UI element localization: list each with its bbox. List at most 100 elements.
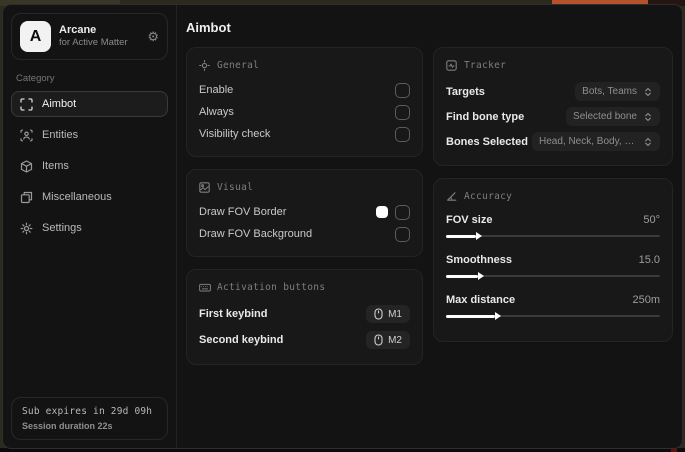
enable-checkbox[interactable] (395, 82, 410, 98)
tracker-card: Tracker Targets Bots, Teams Find bone ty… (433, 47, 673, 166)
gear-icon (20, 222, 33, 235)
second-keybind-button[interactable]: M2 (366, 331, 410, 349)
layered-windows-icon (20, 191, 33, 204)
general-header-label: General (217, 60, 260, 71)
activation-header-label: Activation buttons (217, 282, 326, 293)
bones-selected-row: Bones Selected Head, Neck, Body, Pe... (446, 129, 660, 154)
first-keybind-value: M1 (388, 308, 402, 320)
first-keybind-button[interactable]: M1 (366, 305, 410, 323)
enable-label: Enable (199, 84, 234, 96)
visibility-check-row: Visibility check (199, 123, 410, 145)
scan-frame-icon (20, 97, 33, 111)
visibility-check-checkbox[interactable] (395, 126, 410, 142)
always-label: Always (199, 106, 234, 118)
max-distance-row: Max distance 250m (446, 290, 660, 310)
draw-fov-border-checkbox[interactable] (395, 204, 410, 220)
tracker-header-label: Tracker (464, 60, 507, 71)
first-keybind-row: First keybind M1 (199, 301, 410, 327)
draw-fov-border-label: Draw FOV Border (199, 206, 287, 218)
visual-card: Visual Draw FOV Border Draw FOV Backgrou… (186, 169, 423, 257)
sidebar: A Arcane for Active Matter ⚙ Category Ai… (3, 5, 177, 448)
fov-size-label: FOV size (446, 214, 493, 226)
smoothness-label: Smoothness (446, 254, 513, 266)
box-icon (20, 159, 33, 173)
activation-buttons-card: Activation buttons First keybind M1 Seco… (186, 269, 423, 365)
sidebar-item-entities[interactable]: Entities (11, 122, 168, 148)
first-keybind-label: First keybind (199, 308, 268, 320)
image-icon (199, 182, 210, 193)
subscription-footer: Sub expires in 29d 09h Session duration … (11, 397, 168, 440)
sidebar-item-label: Aimbot (42, 98, 77, 110)
arcane-logo: A (20, 21, 51, 52)
always-checkbox[interactable] (395, 104, 410, 120)
session-duration-text: Session duration 22s (22, 421, 113, 431)
second-keybind-row: Second keybind M2 (199, 327, 410, 353)
sidebar-item-label: Miscellaneous (42, 191, 112, 203)
bones-selected-select[interactable]: Head, Neck, Body, Pe... (532, 132, 660, 151)
columns: General Enable Always Visibility check V… (186, 47, 674, 377)
brand-text: Arcane for Active Matter (59, 24, 139, 50)
sidebar-item-aimbot[interactable]: Aimbot (11, 91, 168, 117)
unfold-arrows-icon (643, 112, 653, 122)
fov-border-controls (376, 204, 410, 220)
max-distance-slider[interactable] (446, 311, 660, 321)
cheat-menu-window: A Arcane for Active Matter ⚙ Category Ai… (2, 4, 683, 449)
fov-border-color-swatch[interactable] (376, 206, 388, 218)
settings-gear-icon[interactable]: ⚙ (147, 30, 159, 43)
find-bone-type-row: Find bone type Selected bone (446, 104, 660, 129)
sidebar-item-label: Items (42, 160, 69, 172)
general-header: General (199, 60, 410, 71)
enable-row: Enable (199, 79, 410, 101)
accuracy-header-label: Accuracy (464, 191, 513, 202)
person-target-icon (20, 128, 33, 142)
find-bone-type-label: Find bone type (446, 110, 525, 123)
general-card: General Enable Always Visibility check (186, 47, 423, 157)
slider-fill (446, 314, 496, 318)
find-bone-type-select[interactable]: Selected bone (566, 107, 660, 126)
sub-expires-text: Sub expires in 29d 09h (22, 406, 153, 417)
draw-fov-background-checkbox[interactable] (395, 226, 410, 242)
always-row: Always (199, 101, 410, 123)
mouse-icon (374, 334, 383, 346)
smoothness-slider[interactable] (446, 271, 660, 281)
sidebar-item-items[interactable]: Items (11, 153, 168, 179)
visual-header: Visual (199, 182, 410, 193)
visual-header-label: Visual (217, 182, 254, 193)
category-nav: Aimbot Entities Items Miscellaneous Sett… (11, 91, 168, 241)
smoothness-value: 15.0 (638, 254, 660, 266)
accuracy-header: Accuracy (446, 191, 660, 202)
targets-label: Targets (446, 85, 485, 98)
sidebar-item-settings[interactable]: Settings (11, 215, 168, 241)
sidebar-item-label: Entities (42, 129, 79, 141)
left-column: General Enable Always Visibility check V… (186, 47, 423, 377)
targets-value: Bots, Teams (582, 86, 637, 97)
slider-fill (446, 274, 479, 278)
max-distance-value: 250m (632, 294, 660, 306)
second-keybind-value: M2 (388, 334, 402, 346)
mouse-icon (374, 308, 383, 320)
draw-fov-background-label: Draw FOV Background (199, 228, 313, 240)
second-keybind-label: Second keybind (199, 334, 284, 346)
keyboard-icon (199, 282, 211, 293)
targets-select[interactable]: Bots, Teams (575, 82, 660, 101)
activation-header: Activation buttons (199, 282, 410, 293)
unfold-arrows-icon (643, 87, 653, 97)
brand-title: Arcane (59, 23, 97, 36)
fov-size-row: FOV size 50° (446, 210, 660, 230)
brand-card: A Arcane for Active Matter ⚙ (11, 13, 168, 60)
accuracy-card: Accuracy FOV size 50° Smoothness 15.0 Ma… (433, 178, 673, 342)
sidebar-item-miscellaneous[interactable]: Miscellaneous (11, 184, 168, 210)
category-label: Category (16, 73, 55, 84)
right-column: Tracker Targets Bots, Teams Find bone ty… (433, 47, 673, 354)
max-distance-label: Max distance (446, 294, 516, 306)
draw-fov-border-row: Draw FOV Border (199, 201, 410, 223)
find-bone-type-value: Selected bone (573, 111, 637, 122)
angle-icon (446, 191, 457, 202)
tracker-header: Tracker (446, 60, 660, 71)
bones-selected-label: Bones Selected (446, 135, 528, 148)
fov-size-slider[interactable] (446, 231, 660, 241)
smoothness-row: Smoothness 15.0 (446, 250, 660, 270)
radar-icon (446, 60, 457, 71)
visibility-check-label: Visibility check (199, 128, 271, 140)
